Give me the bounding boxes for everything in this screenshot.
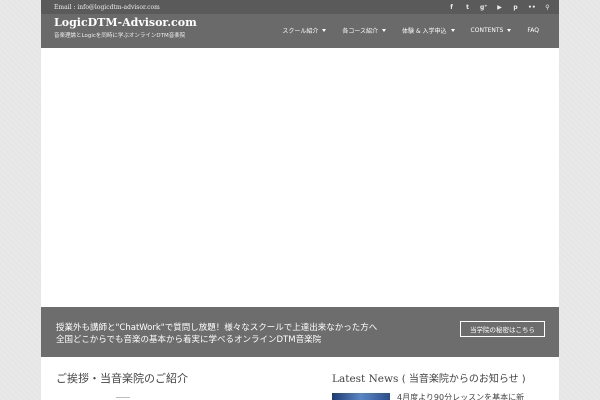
nav-item-contents[interactable]: CONTENTS [463, 26, 520, 35]
main-nav: スクール紹介 各コース紹介 体験 & 入学申込 CONTENTS FAQ [274, 26, 547, 35]
latest-news-title-jp: ( 当音楽院からのお知らせ ) [401, 374, 526, 385]
social-links: f t g⁺ ▶ p •• ⚲ [448, 4, 551, 11]
search-icon[interactable]: ⚲ [544, 4, 551, 11]
site-header: LogicDTM-Advisor.com 音楽理論とLogicを同時に学ぶオンラ… [41, 14, 559, 48]
site-description: 音楽理論とLogicを同時に学ぶオンラインDTM音楽院 [54, 33, 186, 39]
nav-item-label: FAQ [527, 27, 539, 34]
contact-email[interactable]: Email : info@logicdtm-advisor.com [54, 4, 160, 11]
google-plus-icon[interactable]: g⁺ [480, 4, 487, 11]
secret-button[interactable]: 当学院の秘密はこちら [460, 321, 545, 337]
nav-item-school[interactable]: スクール紹介 [274, 26, 334, 35]
nav-item-label: 体験 & 入学申込 [402, 28, 447, 35]
hero-slider-area [41, 48, 559, 307]
flickr-icon[interactable]: •• [528, 4, 536, 11]
news-thumbnail[interactable] [332, 393, 390, 400]
latest-news-title-en: Latest News [332, 373, 399, 385]
greeting-section-title: ご挨拶・当音楽院のご紹介 [56, 372, 188, 385]
youtube-icon[interactable]: ▶ [496, 4, 503, 11]
nav-item-faq[interactable]: FAQ [519, 26, 547, 35]
nav-item-label: CONTENTS [470, 27, 504, 34]
chevron-down-icon [382, 29, 387, 32]
chevron-down-icon [507, 29, 512, 32]
nav-item-courses[interactable]: 各コース紹介 [334, 26, 394, 35]
banner-text-line-1: 授業外も講師と"ChatWork"で質問し放題！様々なスクールで上達出来なかった… [56, 323, 378, 333]
twitter-icon[interactable]: t [464, 4, 471, 11]
nav-item-label: 各コース紹介 [342, 28, 379, 35]
pinterest-icon[interactable]: p [512, 4, 519, 11]
site-title[interactable]: LogicDTM-Advisor.com [54, 16, 197, 29]
chevron-down-icon [322, 29, 327, 32]
news-item-title[interactable]: 4月度より90分レッスンを基本に新 [397, 392, 547, 400]
latest-news-title: Latest News ( 当音楽院からのお知らせ ) [332, 370, 526, 385]
top-bar: Email : info@logicdtm-advisor.com f t g⁺… [41, 0, 559, 14]
facebook-icon[interactable]: f [448, 4, 455, 11]
chevron-down-icon [450, 29, 455, 32]
promo-banner: 授業外も講師と"ChatWork"で質問し放題！様々なスクールで上達出来なかった… [41, 307, 559, 357]
nav-item-trial-application[interactable]: 体験 & 入学申込 [394, 26, 463, 35]
banner-text-line-2: 全国どこからでも音楽の基本から着実に学べるオンラインDTM音楽院 [56, 335, 322, 345]
page-container: Email : info@logicdtm-advisor.com f t g⁺… [41, 0, 559, 400]
nav-item-label: スクール紹介 [282, 28, 319, 35]
